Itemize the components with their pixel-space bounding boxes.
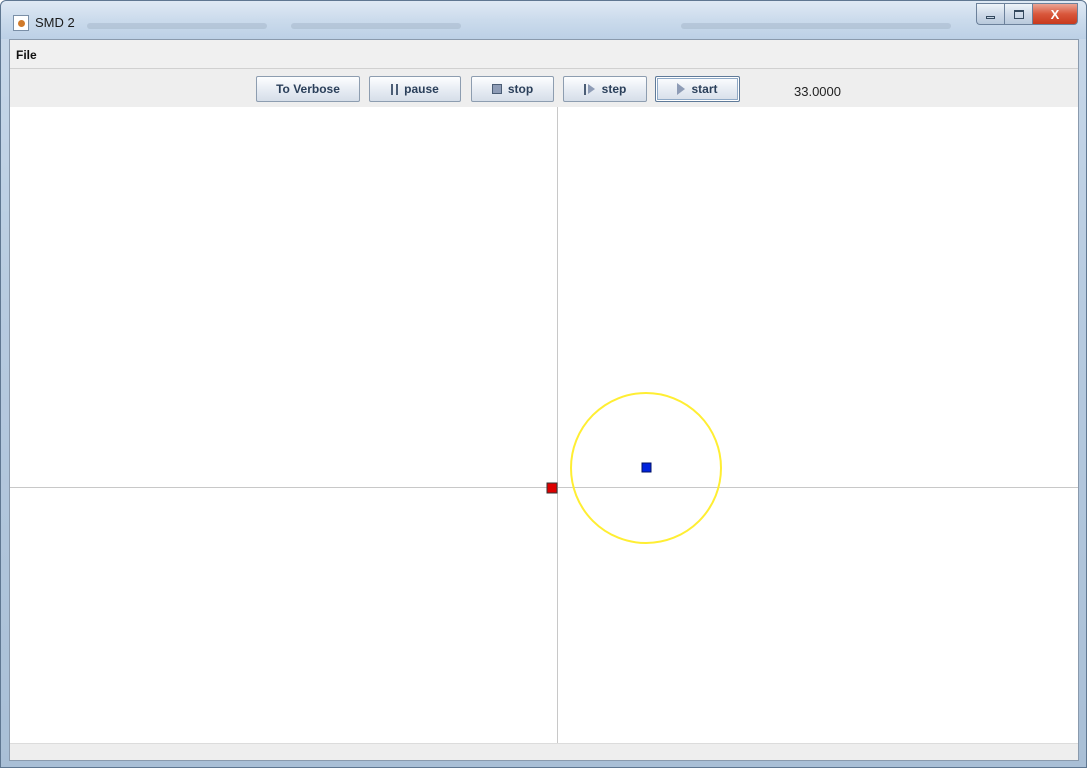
stop-label: stop [507, 82, 534, 96]
time-readout: 33.0000 [794, 84, 841, 99]
step-icon [583, 83, 596, 95]
minimize-icon [986, 15, 995, 19]
maximize-icon [1013, 9, 1024, 19]
window-title: SMD 2 [35, 15, 75, 30]
pause-label: pause [404, 82, 439, 96]
app-window: SMD 2 X File To Verbose pause stop step … [0, 0, 1087, 768]
toolbar: To Verbose pause stop step start 33.0000 [10, 69, 1078, 107]
source-marker [546, 482, 558, 494]
status-bar [10, 743, 1078, 760]
client-area: File To Verbose pause stop step start 33… [9, 39, 1079, 761]
start-label: start [691, 82, 718, 96]
maximize-button[interactable] [1004, 3, 1032, 25]
stop-button[interactable]: stop [471, 76, 554, 102]
start-button[interactable]: start [655, 76, 740, 102]
background-blur [681, 23, 951, 29]
close-icon: X [1050, 6, 1060, 22]
step-label: step [601, 82, 627, 96]
pause-button[interactable]: pause [369, 76, 461, 102]
to-verbose-button[interactable]: To Verbose [256, 76, 360, 102]
menu-bar: File [10, 40, 1078, 69]
background-blur [87, 23, 267, 29]
close-button[interactable]: X [1032, 3, 1078, 25]
simulation-svg [10, 107, 1078, 743]
particle-marker [641, 462, 652, 473]
stop-icon [491, 84, 502, 94]
window-controls: X [976, 3, 1078, 25]
title-bar[interactable]: SMD 2 X [1, 1, 1086, 39]
simulation-canvas[interactable] [10, 107, 1078, 743]
play-icon [677, 83, 686, 95]
step-button[interactable]: step [563, 76, 647, 102]
pause-icon [391, 83, 399, 95]
to-verbose-label: To Verbose [276, 82, 340, 96]
menu-file[interactable]: File [16, 48, 37, 62]
background-blur [291, 23, 461, 29]
java-app-icon [13, 15, 29, 31]
minimize-button[interactable] [976, 3, 1004, 25]
